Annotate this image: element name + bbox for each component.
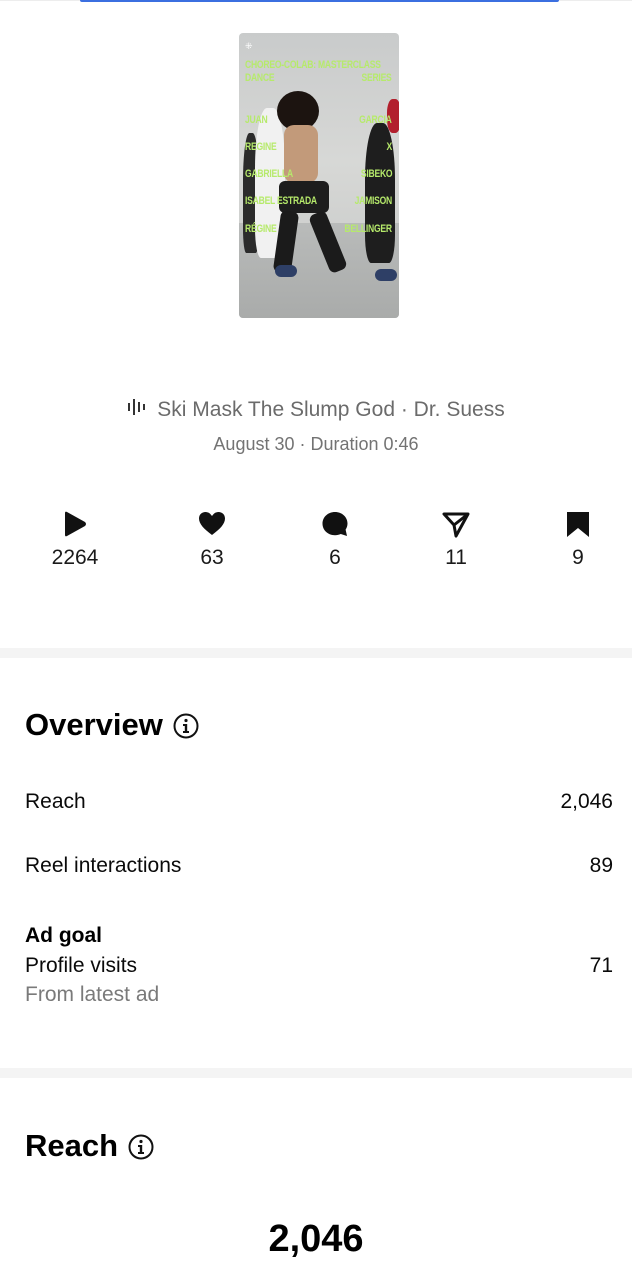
info-icon[interactable] xyxy=(128,1132,154,1160)
overlay-text: GARCIA xyxy=(359,114,393,126)
reach-title: Reach xyxy=(25,1128,154,1164)
stat-value: 2264 xyxy=(51,546,99,569)
ad-goal-title: Ad goal xyxy=(25,924,102,947)
section-divider xyxy=(0,648,632,658)
reel-meta: August 30 · Duration 0:46 xyxy=(213,434,419,454)
overlay-text: SERIES xyxy=(361,72,392,84)
ad-goal-value: 71 xyxy=(589,954,613,977)
ad-goal-subtitle: From latest ad xyxy=(25,983,160,1006)
interactions-label: Reel interactions xyxy=(25,854,182,877)
overlay-text: REGINE xyxy=(245,141,277,153)
section-divider xyxy=(0,1068,632,1078)
top-indicator-bar xyxy=(80,0,559,2)
reach-value: 2,046 xyxy=(560,790,613,813)
bookmark-icon xyxy=(567,512,589,537)
stat-saves: 9 xyxy=(533,510,623,570)
overlay-text: ISABEL ESTRADA xyxy=(245,195,317,207)
audio-track[interactable]: Ski Mask The Slump God · Dr. Suess xyxy=(0,398,632,422)
thumbnail-logo: ⁜ xyxy=(245,42,253,52)
stat-value: 9 xyxy=(572,546,584,569)
engagement-stats: 2264 63 6 11 9 xyxy=(0,510,632,580)
heart-icon xyxy=(199,512,225,535)
overlay-text: JAMISON xyxy=(354,195,393,207)
ad-goal-row[interactable]: Profile visits 71 xyxy=(25,954,613,978)
overview-title-text: Overview xyxy=(25,707,163,742)
dancer-main-shoe-right xyxy=(375,269,397,281)
overview-interactions-row[interactable]: Reel interactions 89 xyxy=(25,854,613,878)
dancer-main-shoe-left xyxy=(275,265,297,277)
stat-likes: 63 xyxy=(167,510,257,570)
reach-label: Reach xyxy=(25,790,86,813)
overview-title: Overview xyxy=(25,707,199,743)
stat-value: 11 xyxy=(445,546,467,569)
reach-title-text: Reach xyxy=(25,1128,119,1163)
play-icon xyxy=(65,511,86,537)
reel-thumbnail[interactable]: ⁜ CHOREO-COLAB: MASTERCLASS DANCE SERIES… xyxy=(239,33,399,318)
overlay-text: DANCE xyxy=(245,72,275,84)
stat-value: 63 xyxy=(200,546,224,569)
stat-comments: 6 xyxy=(290,510,380,570)
stat-plays: 2264 xyxy=(30,510,120,570)
audio-waveform-icon xyxy=(127,398,149,422)
info-icon[interactable] xyxy=(173,711,199,739)
overlay-text: SIBEKO xyxy=(360,168,393,180)
share-icon xyxy=(442,512,470,538)
overlay-text: RÉGINE xyxy=(245,223,277,235)
overlay-text: X xyxy=(386,141,393,153)
overlay-text: CHOREO-COLAB: MASTERCLASS xyxy=(245,59,381,71)
audio-track-label: Ski Mask The Slump God · Dr. Suess xyxy=(157,398,505,421)
overlay-text: JUAN xyxy=(245,114,268,126)
interactions-value: 89 xyxy=(589,854,613,877)
comment-icon xyxy=(322,512,348,536)
overlay-text: BELLINGER xyxy=(344,223,393,235)
ad-goal-label: Profile visits xyxy=(25,954,138,977)
overlay-text: GABRIELLA xyxy=(245,168,293,180)
stat-shares: 11 xyxy=(411,510,501,570)
overview-reach-row[interactable]: Reach 2,046 xyxy=(25,790,613,814)
stat-value: 6 xyxy=(329,546,341,569)
reach-total: 2,046 xyxy=(268,1218,364,1260)
